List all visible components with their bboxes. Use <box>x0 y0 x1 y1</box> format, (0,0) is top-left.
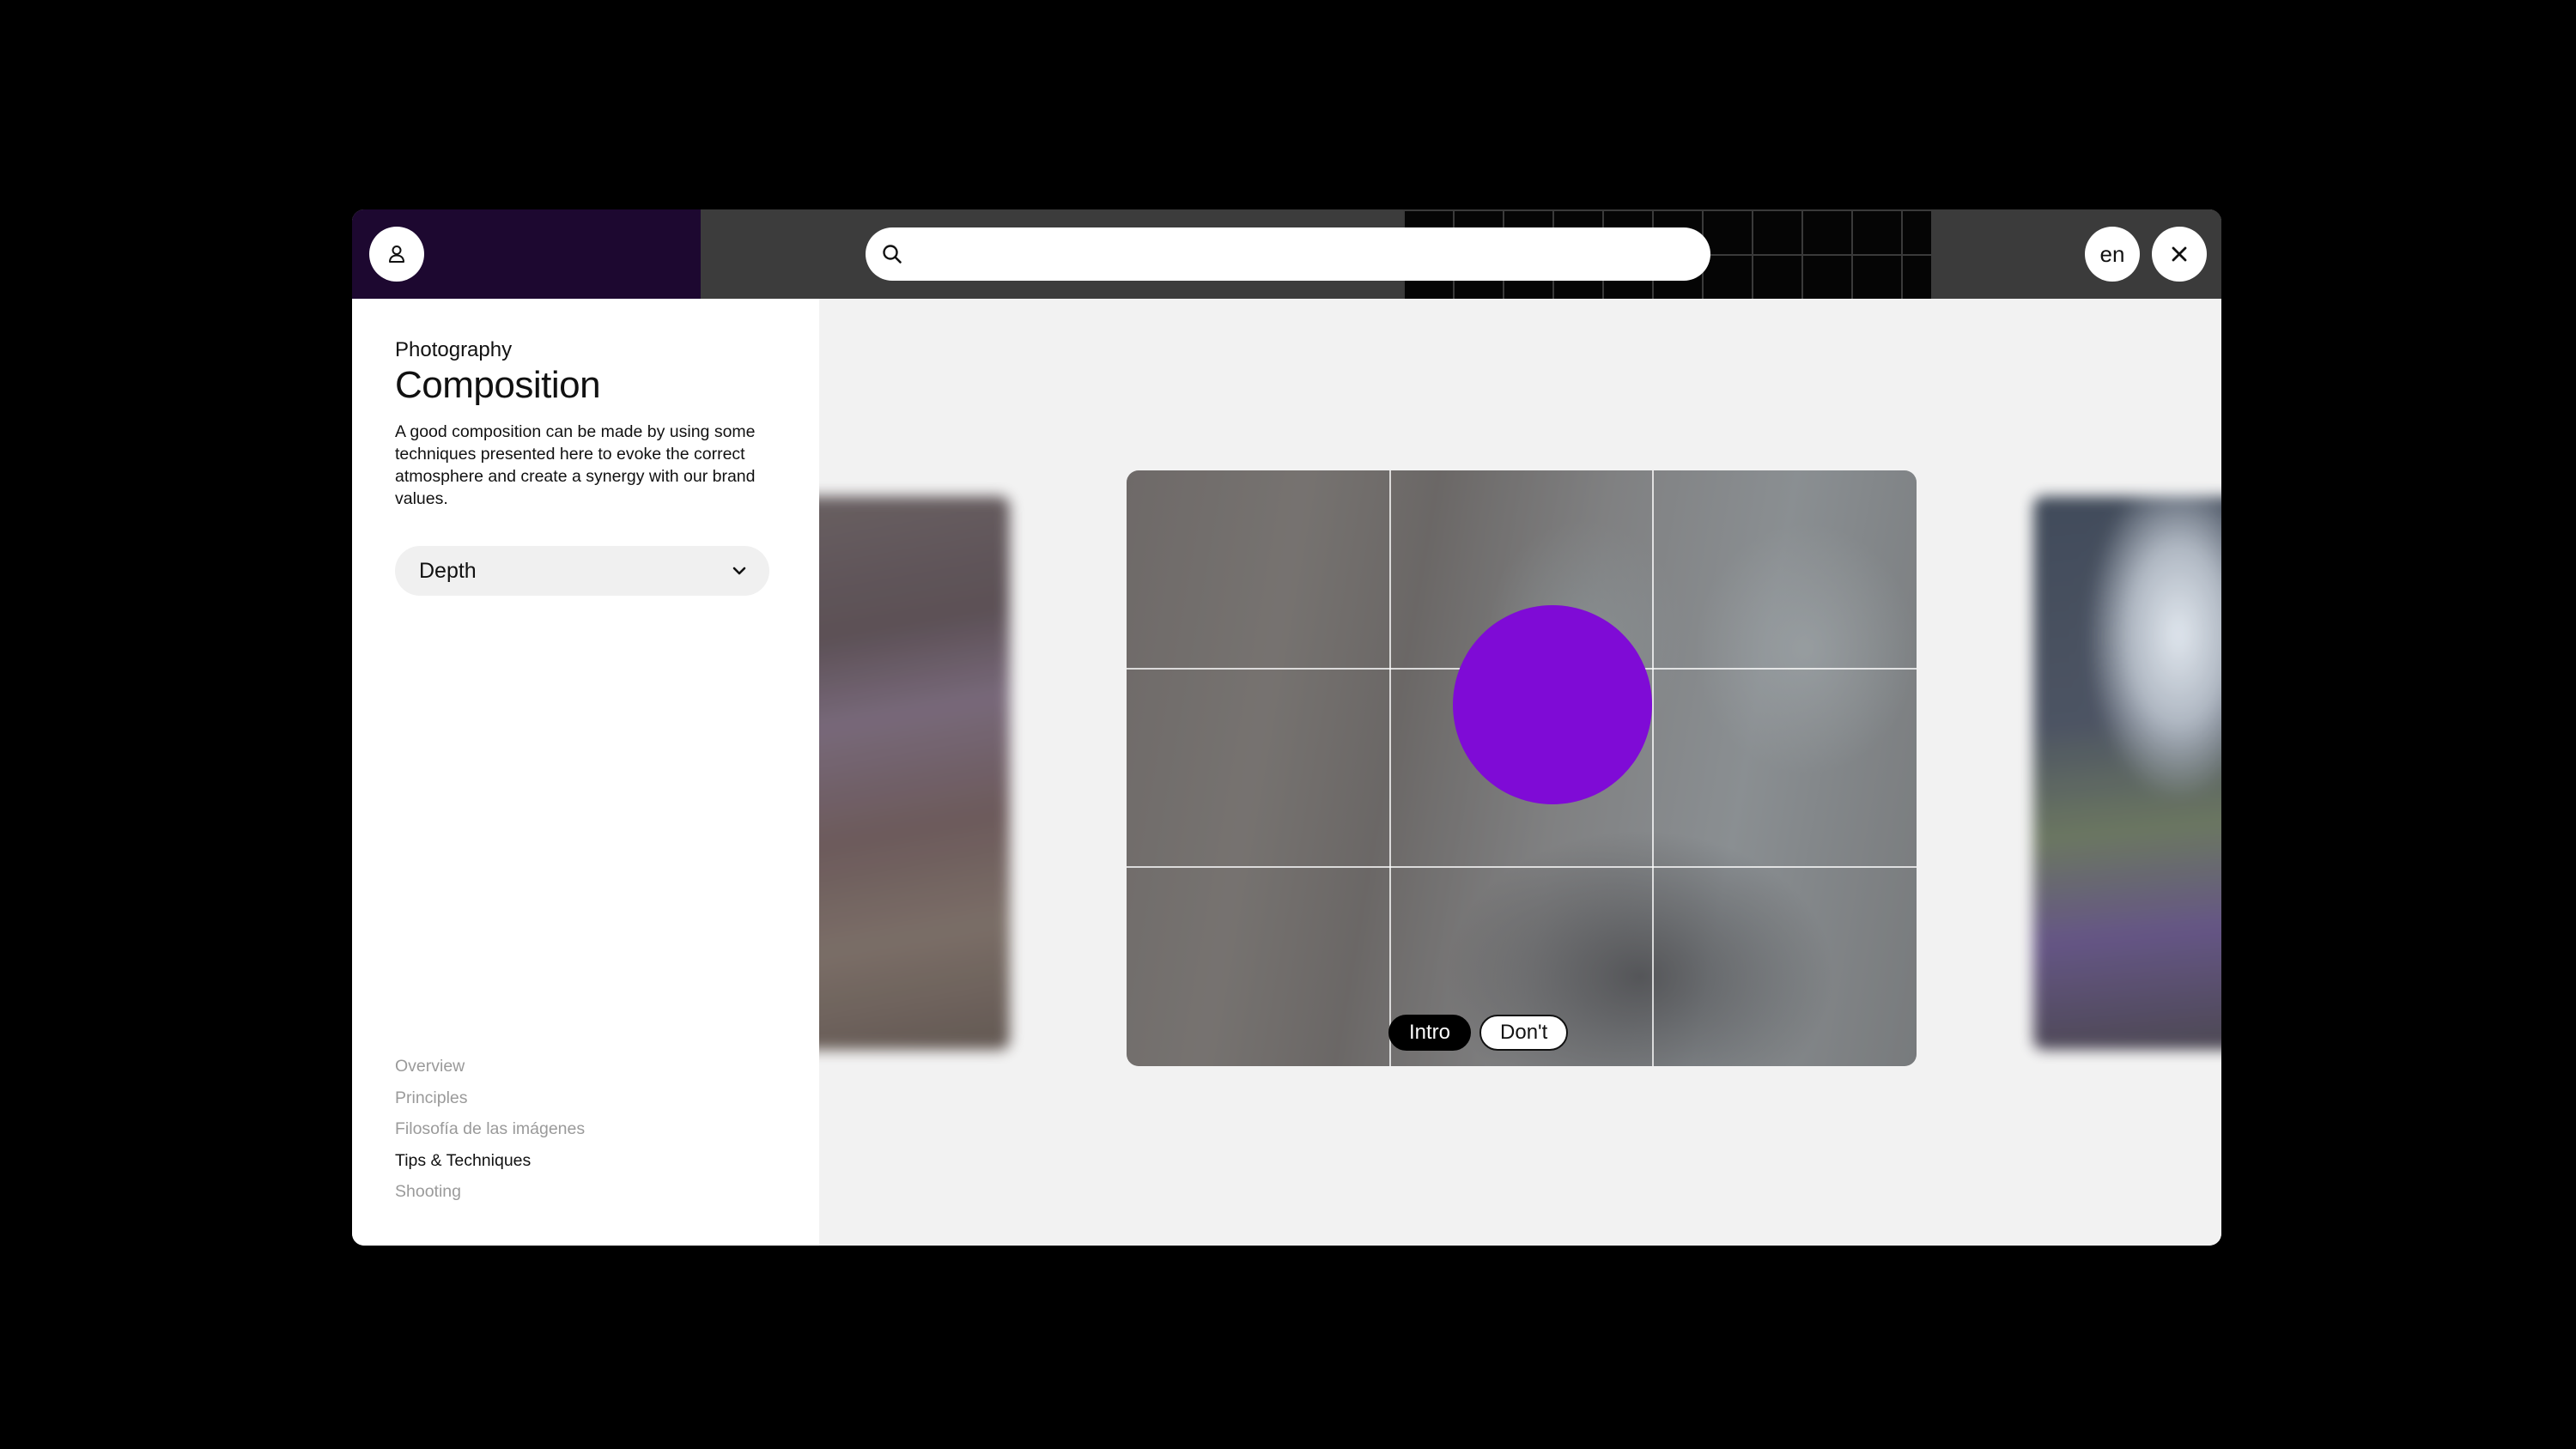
image-stage: Intro Don't <box>819 299 2221 1246</box>
technique-dropdown[interactable]: Depth <box>395 546 769 596</box>
nav-item-shooting[interactable]: Shooting <box>395 1176 585 1208</box>
breadcrumb[interactable]: Photography <box>395 338 512 362</box>
thirds-grid-line <box>1127 866 1917 868</box>
thirds-grid-line <box>1652 470 1654 1066</box>
language-button[interactable]: en <box>2085 227 2140 282</box>
section-nav: Overview Principles Filosofía de las imá… <box>395 1051 585 1208</box>
top-bar: en <box>352 209 2221 299</box>
previous-image-preview[interactable] <box>819 496 1010 1050</box>
chevron-down-icon <box>732 567 746 575</box>
tab-intro[interactable]: Intro <box>1388 1015 1472 1051</box>
thirds-grid-line <box>1389 470 1391 1066</box>
page-description: A good composition can be made by using … <box>395 422 756 508</box>
search-icon <box>883 245 902 264</box>
close-icon <box>2172 246 2187 262</box>
close-button[interactable] <box>2152 227 2207 282</box>
app-window: en Photography Composition A good compos… <box>352 209 2221 1246</box>
focus-point-marker <box>1453 605 1652 804</box>
next-image-preview[interactable] <box>2033 496 2221 1050</box>
composition-example-photo <box>1127 470 1917 1066</box>
example-tabs: Intro Don't <box>1388 1015 1569 1051</box>
nav-item-overview[interactable]: Overview <box>395 1051 585 1082</box>
nav-item-tips-techniques[interactable]: Tips & Techniques <box>395 1145 585 1177</box>
nav-item-principles[interactable]: Principles <box>395 1082 585 1114</box>
search-input[interactable] <box>912 232 1710 276</box>
search-bar[interactable] <box>866 227 1710 281</box>
page-title: Composition <box>395 364 601 406</box>
user-button[interactable] <box>369 227 424 282</box>
nav-item-filosofia[interactable]: Filosofía de las imágenes <box>395 1113 585 1145</box>
sidebar: Photography Composition A good compositi… <box>352 299 819 1246</box>
dropdown-selected-value: Depth <box>419 558 477 583</box>
tab-dont[interactable]: Don't <box>1479 1015 1569 1051</box>
user-icon <box>389 246 404 263</box>
